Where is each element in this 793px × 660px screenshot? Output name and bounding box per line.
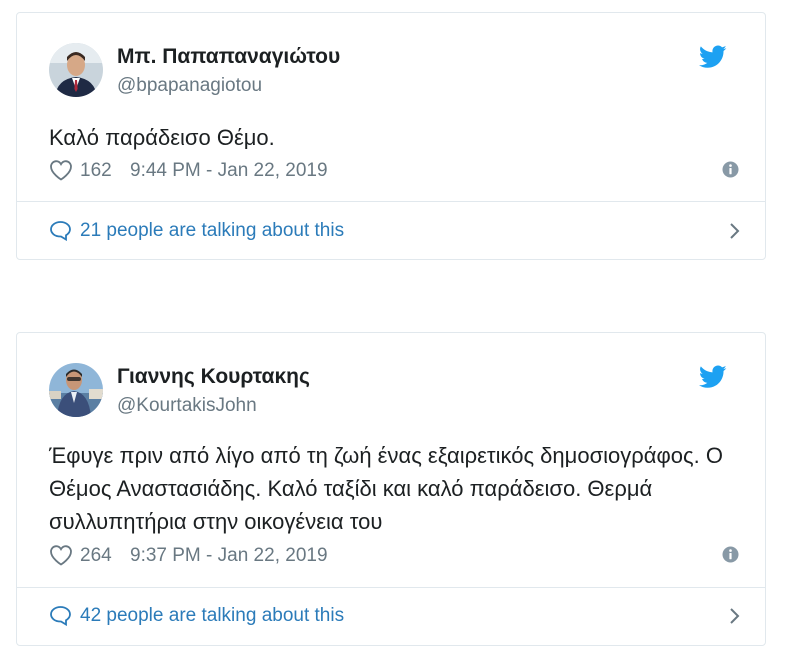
user-handle[interactable]: @bpapanagiotou <box>117 75 262 97</box>
heart-icon[interactable] <box>49 159 73 181</box>
twitter-bird-icon[interactable] <box>699 45 727 69</box>
conversation-label[interactable]: 21 people are talking about this <box>80 220 344 242</box>
conversation-link[interactable]: 42 people are talking about this <box>49 601 741 631</box>
tweet-text: Έφυγε πριν από λίγο από τη ζωή ένας εξαι… <box>49 443 723 534</box>
tweet-card[interactable]: Μπ. Παπαπαναγιώτου @bpapanagiotou Καλό π… <box>16 12 766 260</box>
tweet-meta: 162 9:44 PM - Jan 22, 2019 <box>49 158 739 184</box>
chevron-right-icon[interactable] <box>729 222 741 240</box>
info-icon[interactable] <box>722 546 739 563</box>
conversation-label[interactable]: 42 people are talking about this <box>80 605 344 627</box>
chevron-right-icon[interactable] <box>729 607 741 625</box>
display-name[interactable]: Γιαννης Κουρτακης <box>117 365 310 389</box>
tweet-header: Μπ. Παπαπαναγιώτου @bpapanagiotou <box>49 43 729 99</box>
timestamp[interactable]: 9:44 PM - Jan 22, 2019 <box>130 160 328 182</box>
avatar[interactable] <box>49 43 103 97</box>
tweet-meta: 264 9:37 PM - Jan 22, 2019 <box>49 543 739 569</box>
conversation-link[interactable]: 21 people are talking about this <box>49 216 741 246</box>
avatar[interactable] <box>49 363 103 417</box>
timestamp[interactable]: 9:37 PM - Jan 22, 2019 <box>130 545 328 567</box>
divider <box>17 201 765 202</box>
divider <box>17 587 765 588</box>
like-count: 264 <box>80 545 112 566</box>
display-name[interactable]: Μπ. Παπαπαναγιώτου <box>117 45 340 69</box>
twitter-bird-icon[interactable] <box>699 365 727 389</box>
tweet-text: Καλό παράδεισο Θέμο. <box>49 125 275 150</box>
speech-bubble-icon <box>50 221 71 241</box>
user-handle[interactable]: @KourtakisJohn <box>117 395 257 417</box>
like-count: 162 <box>80 160 112 181</box>
info-icon[interactable] <box>722 161 739 178</box>
tweet-card[interactable]: Γιαννης Κουρτακης @KourtakisJohn Έφυγε π… <box>16 332 766 646</box>
heart-icon[interactable] <box>49 544 73 566</box>
speech-bubble-icon <box>50 606 71 626</box>
tweet-header: Γιαννης Κουρτακης @KourtakisJohn <box>49 363 729 419</box>
